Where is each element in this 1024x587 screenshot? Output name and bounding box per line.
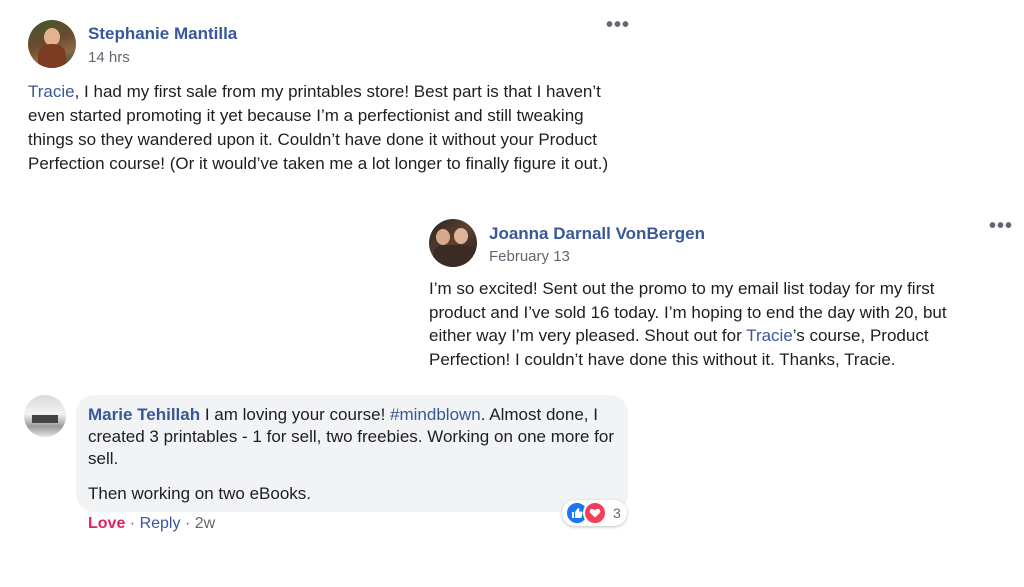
stephanie-avatar[interactable]	[28, 20, 76, 68]
joanna-avatar[interactable]	[429, 219, 477, 267]
reply-button[interactable]: Reply	[140, 515, 181, 532]
post-body: I’m so excited! Sent out the promo to my…	[429, 277, 974, 371]
comment-text-paragraph: Then working on two eBooks.	[88, 484, 312, 503]
separator: ·	[184, 515, 191, 532]
reactions-summary[interactable]: 3	[562, 500, 627, 526]
comment-text-part: I am loving your course!	[200, 405, 391, 424]
love-icon	[583, 501, 607, 525]
comment-bubble: Marie Tehillah I am loving your course! …	[76, 395, 628, 512]
marie-avatar[interactable]	[24, 395, 66, 437]
love-reaction-button[interactable]: Love	[88, 515, 125, 532]
comment-timestamp[interactable]: 2w	[195, 515, 215, 532]
mention-link[interactable]: Tracie	[746, 326, 793, 345]
mention-link[interactable]: Tracie	[28, 82, 75, 101]
post-timestamp[interactable]: 14 hrs	[88, 49, 130, 66]
post-author-name[interactable]: Stephanie Mantilla	[88, 24, 237, 44]
post-body: Tracie, I had my first sale from my prin…	[28, 80, 628, 176]
separator: ·	[129, 515, 136, 532]
post-options-icon[interactable]: •••	[606, 14, 630, 37]
post-timestamp[interactable]: February 13	[489, 248, 570, 265]
comment-author-name[interactable]: Marie Tehillah	[88, 405, 200, 424]
hashtag-link[interactable]: #mindblown	[390, 405, 481, 424]
comment-actions: Love · Reply · 2w	[88, 515, 215, 533]
post-options-icon[interactable]: •••	[989, 215, 1013, 238]
post-author-name[interactable]: Joanna Darnall VonBergen	[489, 224, 705, 244]
comment-text: Marie Tehillah I am loving your course! …	[88, 404, 618, 470]
post-body-text: , I had my first sale from my printables…	[28, 82, 609, 173]
reaction-count: 3	[613, 505, 621, 521]
